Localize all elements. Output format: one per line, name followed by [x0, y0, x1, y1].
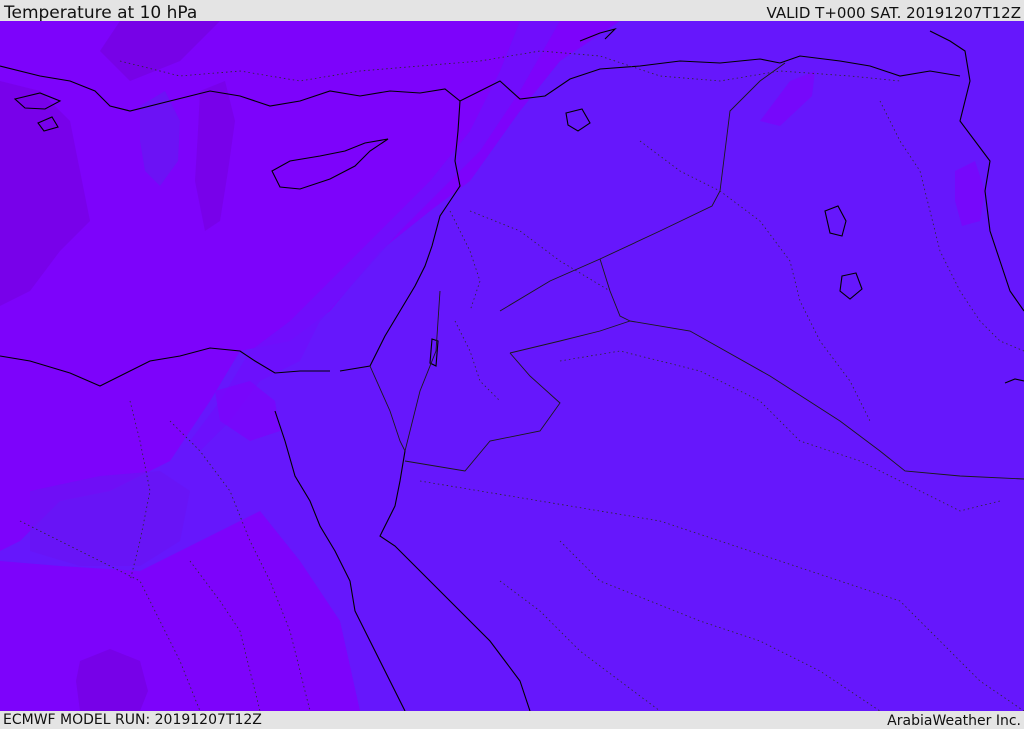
temperature-map — [0, 21, 1024, 711]
footer-bar: ECMWF MODEL RUN: 20191207T12Z ArabiaWeat… — [0, 711, 1024, 729]
credit: ArabiaWeather Inc. — [887, 713, 1021, 729]
valid-time: VALID T+000 SAT. 20191207T12Z — [766, 4, 1021, 22]
model-run: ECMWF MODEL RUN: 20191207T12Z — [3, 712, 262, 728]
map-title: Temperature at 10 hPa — [4, 3, 198, 23]
map-area[interactable] — [0, 21, 1024, 711]
header-bar: Temperature at 10 hPa VALID T+000 SAT. 2… — [0, 0, 1024, 23]
